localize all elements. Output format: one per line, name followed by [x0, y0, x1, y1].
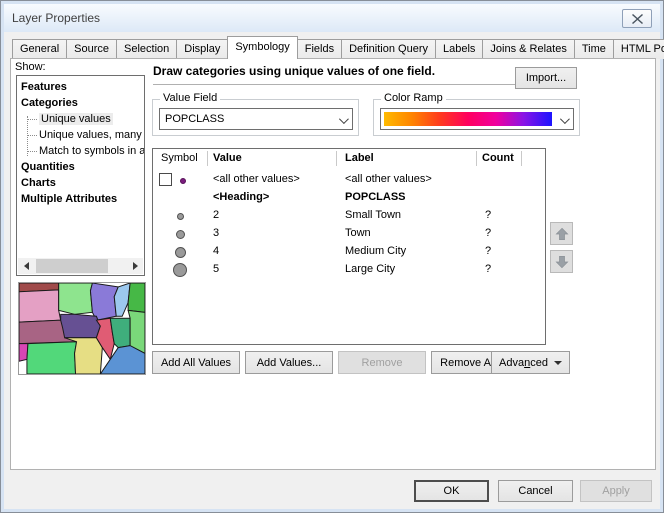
tab-strip: General Source Selection Display Symbolo…	[12, 38, 664, 59]
cell-value: 3	[213, 227, 219, 239]
arrow-down-icon	[555, 255, 569, 269]
advanced-button[interactable]: Advanced	[491, 351, 570, 374]
cell-label: Large City	[345, 263, 395, 275]
scroll-right-icon[interactable]	[127, 258, 143, 274]
cell-value: <all other values>	[213, 173, 300, 185]
table-row[interactable]: 4 Medium City ?	[153, 243, 545, 261]
apply-button[interactable]: Apply	[580, 480, 652, 502]
table-row[interactable]: <all other values> <all other values>	[153, 171, 545, 189]
tab-time[interactable]: Time	[574, 39, 614, 59]
arrow-up-icon	[555, 227, 569, 241]
tree-item-features[interactable]: Features	[21, 79, 144, 95]
tree-item-match-symbols[interactable]: Match to symbols in a	[21, 143, 144, 159]
title-bar[interactable]: Layer Properties	[4, 4, 660, 32]
cell-value: <Heading>	[213, 191, 269, 203]
dropdown-caret-icon	[554, 361, 562, 365]
tree-horizontal-scrollbar[interactable]	[18, 258, 143, 274]
move-down-button[interactable]	[550, 250, 573, 273]
scroll-left-icon[interactable]	[18, 258, 34, 274]
cell-label: Town	[345, 227, 371, 239]
scrollbar-thumb[interactable]	[36, 259, 108, 273]
color-ramp-gradient	[384, 112, 552, 126]
column-divider	[521, 151, 522, 166]
tab-labels[interactable]: Labels	[435, 39, 483, 59]
symbol-value-table: Symbol Value Label Count <all other valu…	[152, 148, 546, 345]
tree-item-unique-values[interactable]: Unique values	[21, 111, 144, 127]
column-divider	[207, 151, 208, 166]
point-symbol-icon[interactable]	[176, 230, 185, 239]
color-ramp-group-label: Color Ramp	[381, 92, 446, 104]
chevron-down-icon	[339, 114, 349, 124]
map-preview-image	[19, 283, 145, 374]
remove-button[interactable]: Remove	[338, 351, 426, 374]
advanced-label: ced	[530, 357, 548, 369]
table-row[interactable]: 3 Town ?	[153, 225, 545, 243]
cancel-button[interactable]: Cancel	[498, 480, 573, 502]
value-field-group: Value Field POPCLASS	[152, 99, 359, 136]
tab-selection[interactable]: Selection	[116, 39, 177, 59]
point-symbol-icon[interactable]	[175, 247, 186, 258]
table-row[interactable]: 2 Small Town ?	[153, 207, 545, 225]
column-divider	[336, 151, 337, 166]
table-row[interactable]: <Heading> POPCLASS	[153, 189, 545, 207]
value-field-dropdown[interactable]: POPCLASS	[159, 108, 353, 130]
color-ramp-group: Color Ramp	[373, 99, 580, 136]
advanced-label: Adva	[499, 357, 524, 369]
tab-source[interactable]: Source	[66, 39, 117, 59]
tree-item-multiple-attributes[interactable]: Multiple Attributes	[21, 191, 144, 207]
window-title: Layer Properties	[12, 11, 100, 25]
tree-item-quantities[interactable]: Quantities	[21, 159, 144, 175]
add-all-values-button[interactable]: Add All Values	[152, 351, 240, 374]
move-up-button[interactable]	[550, 222, 573, 245]
column-header-count[interactable]: Count	[482, 152, 514, 164]
column-header-symbol[interactable]: Symbol	[161, 152, 198, 164]
tree-item-categories[interactable]: Categories	[21, 95, 144, 111]
table-row[interactable]: 5 Large City ?	[153, 261, 545, 279]
cell-label: Medium City	[345, 245, 406, 257]
cell-label: <all other values>	[345, 173, 432, 185]
cell-count: ?	[485, 227, 491, 239]
table-header: Symbol Value Label Count	[153, 149, 545, 169]
cell-label: Small Town	[345, 209, 401, 221]
column-divider	[476, 151, 477, 166]
all-other-values-symbol-icon[interactable]	[180, 178, 186, 184]
color-ramp-dropdown[interactable]	[380, 108, 574, 130]
panel-description: Draw categories using unique values of o…	[153, 64, 516, 85]
add-values-button[interactable]: Add Values...	[245, 351, 333, 374]
tab-definition-query[interactable]: Definition Query	[341, 39, 436, 59]
show-label: Show:	[15, 61, 46, 73]
layer-properties-dialog: Layer Properties General Source Selectio…	[0, 0, 664, 513]
tree-item-charts[interactable]: Charts	[21, 175, 144, 191]
cell-value: 2	[213, 209, 219, 221]
tree-item-unique-values-many[interactable]: Unique values, many	[21, 127, 144, 143]
import-button[interactable]: Import...	[515, 67, 577, 89]
chevron-down-icon	[560, 114, 570, 124]
tab-symbology[interactable]: Symbology	[227, 36, 297, 59]
cell-value: 5	[213, 263, 219, 275]
tab-html-popup[interactable]: HTML Popup	[613, 39, 664, 59]
close-icon	[632, 14, 643, 24]
point-symbol-icon[interactable]	[173, 263, 187, 277]
tab-display[interactable]: Display	[176, 39, 228, 59]
tab-joins-relates[interactable]: Joins & Relates	[482, 39, 574, 59]
value-field-selected: POPCLASS	[165, 113, 224, 125]
map-preview	[18, 282, 146, 375]
cell-count: ?	[485, 209, 491, 221]
show-tree: Features Categories Unique values Unique…	[16, 75, 145, 276]
point-symbol-icon[interactable]	[177, 213, 184, 220]
value-field-group-label: Value Field	[160, 92, 220, 104]
tab-fields[interactable]: Fields	[297, 39, 342, 59]
symbology-tab-page: Show: Features Categories Unique values …	[10, 58, 656, 470]
tab-general[interactable]: General	[12, 39, 67, 59]
cell-label: POPCLASS	[345, 191, 406, 203]
cell-value: 4	[213, 245, 219, 257]
all-other-values-checkbox[interactable]	[159, 173, 172, 186]
cell-count: ?	[485, 263, 491, 275]
column-header-label[interactable]: Label	[345, 152, 374, 164]
column-header-value[interactable]: Value	[213, 152, 242, 164]
close-button[interactable]	[622, 9, 652, 28]
cell-count: ?	[485, 245, 491, 257]
ok-button[interactable]: OK	[414, 480, 489, 502]
